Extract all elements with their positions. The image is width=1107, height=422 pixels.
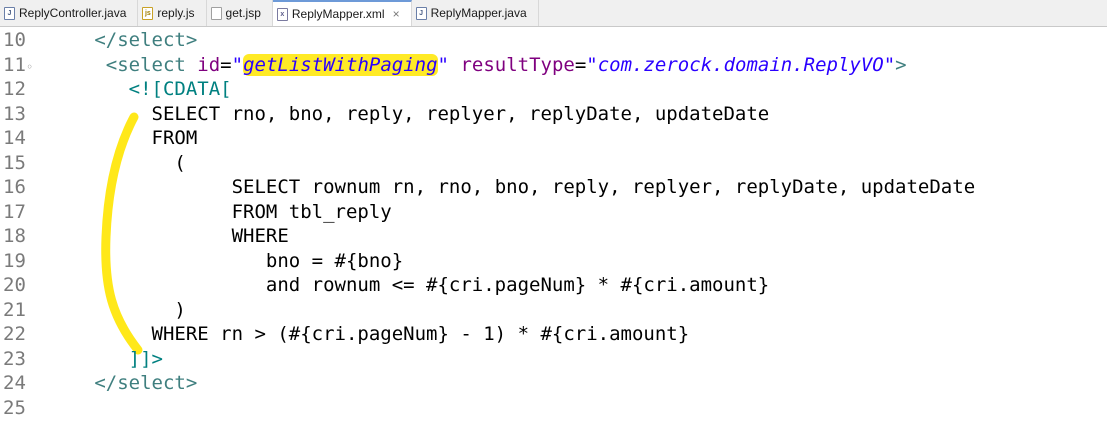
code-line[interactable]: 11◦ <select id="getListWithPaging" resul… <box>0 52 1107 78</box>
code-text: bno = #{bno} <box>60 248 403 274</box>
line-number: 22 <box>3 323 26 345</box>
line-number: 16 <box>3 176 26 198</box>
code-token: " <box>231 53 244 76</box>
editor-tab-bar: J ReplyController.java js reply.js get.jsp x R… <box>0 0 1107 27</box>
code-text: <![CDATA[ <box>60 76 232 102</box>
code-token: </select> <box>94 372 198 394</box>
code-token: ) <box>174 298 186 321</box>
tab-get-jsp[interactable]: get.jsp <box>207 0 273 26</box>
line-number: 17 <box>3 200 26 223</box>
code-text: </select> <box>60 370 197 396</box>
line-number: 13 <box>3 102 26 125</box>
code-text: WHERE rn > (#{cri.pageNum} - 1) * #{cri.… <box>60 321 690 347</box>
code-line[interactable]: 21 ) <box>0 297 1107 323</box>
jsp-file-icon <box>210 6 222 20</box>
js-file-icon: js <box>142 6 154 20</box>
code-text: and rownum <= #{cri.pageNum} * #{cri.amo… <box>60 272 769 298</box>
code-line[interactable]: 15 ( <box>0 150 1107 176</box>
code-line[interactable]: 20 and rownum <= #{cri.pageNum} * #{cri.… <box>0 272 1107 298</box>
code-text: ( <box>60 150 186 176</box>
code-line[interactable]: 19 bno = #{bno} <box>0 248 1107 274</box>
close-tab-icon[interactable]: × <box>393 7 400 21</box>
code-token: resultType <box>460 53 575 76</box>
code-editor[interactable]: 10 </select> 11◦ <select id="getListWithP… <box>0 27 1107 422</box>
line-number: 21 <box>3 298 26 321</box>
code-text: </select> <box>60 27 197 53</box>
line-number: 23 <box>3 347 26 370</box>
line-number: 12 <box>3 78 26 100</box>
line-number: 15 <box>3 151 26 174</box>
java-file-icon: J <box>415 6 427 20</box>
code-token: and rownum <= #{cri.pageNum} * #{cri.amo… <box>265 274 770 296</box>
fold-marker-icon[interactable]: ◦ <box>26 60 33 74</box>
code-token: WHERE rn > (#{cri.pageNum} - 1) * #{cri.… <box>151 323 690 345</box>
code-token: SELECT rno, bno, reply, replyer, replyDa… <box>151 102 770 125</box>
code-line[interactable]: 12 <![CDATA[ <box>0 76 1107 102</box>
tab-replymapper-xml[interactable]: x ReplyMapper.xml × <box>272 0 412 26</box>
code-text: ]]> <box>60 346 163 372</box>
code-token: " <box>437 53 449 76</box>
code-text: FROM <box>60 125 198 151</box>
code-text: <select id="getListWithPaging" resultTyp… <box>60 52 907 78</box>
code-line[interactable]: 17 FROM tbl_reply <box>0 199 1107 225</box>
code-token: "com.zerock.domain.ReplyVO" <box>586 53 896 76</box>
line-number: 19 <box>3 249 26 272</box>
tab-label: ReplyMapper.xml <box>291 7 385 21</box>
code-line[interactable]: 23 ]]> <box>0 346 1107 372</box>
line-number: 24 <box>3 372 26 394</box>
code-token: id <box>197 53 221 76</box>
code-token: SELECT rownum rn, rno, bno, reply, reply… <box>231 176 976 198</box>
code-text: ) <box>60 297 186 323</box>
code-text: WHERE <box>60 223 289 249</box>
code-line[interactable]: 22 WHERE rn > (#{cri.pageNum} - 1) * #{c… <box>0 321 1107 347</box>
code-token: = <box>220 53 232 76</box>
code-token: <![CDATA[ <box>128 78 232 100</box>
code-token: = <box>574 53 587 76</box>
code-line[interactable]: 10 </select> <box>0 27 1107 53</box>
xml-file-icon: x <box>276 7 288 21</box>
code-line[interactable]: 24 </select> <box>0 370 1107 396</box>
line-number: 14 <box>3 127 26 149</box>
code-token: bno = #{bno} <box>265 249 404 272</box>
code-token: </select> <box>94 29 198 51</box>
tab-label: reply.js <box>157 6 195 20</box>
tab-replymapper-java[interactable]: J ReplyMapper.java <box>412 0 539 26</box>
tab-label: get.jsp <box>225 6 261 20</box>
java-file-icon: J <box>4 6 15 20</box>
tab-replycontroller-java[interactable]: J ReplyController.java <box>0 0 139 26</box>
code-text: FROM tbl_reply <box>60 199 392 225</box>
line-number: 11◦ <box>3 53 34 76</box>
line-number: 25 <box>3 396 26 419</box>
code-token: WHERE <box>231 225 289 247</box>
code-token: > <box>895 53 907 76</box>
code-token: ( <box>174 151 186 174</box>
line-number: 20 <box>3 274 26 296</box>
code-token: ]]> <box>128 347 163 370</box>
tab-label: ReplyMapper.java <box>430 6 527 20</box>
code-token: FROM tbl_reply <box>231 200 392 223</box>
code-line[interactable]: 18 WHERE <box>0 223 1107 249</box>
code-token: <select <box>105 53 198 76</box>
line-number: 10 <box>3 29 26 51</box>
code-token: FROM <box>151 127 198 149</box>
tab-label: ReplyController.java <box>19 6 127 20</box>
code-line[interactable]: 16 SELECT rownum rn, rno, bno, reply, re… <box>0 174 1107 200</box>
highlighted-query-id: getListWithPaging <box>243 53 438 76</box>
code-text: SELECT rownum rn, rno, bno, reply, reply… <box>60 174 976 200</box>
code-line[interactable]: 25 <box>0 395 1107 421</box>
code-line[interactable]: 13 SELECT rno, bno, reply, replyer, repl… <box>0 101 1107 127</box>
line-number: 18 <box>3 225 26 247</box>
code-line[interactable]: 14 FROM <box>0 125 1107 151</box>
tab-reply-js[interactable]: js reply.js <box>138 0 207 26</box>
code-text: SELECT rno, bno, reply, replyer, replyDa… <box>60 101 770 127</box>
